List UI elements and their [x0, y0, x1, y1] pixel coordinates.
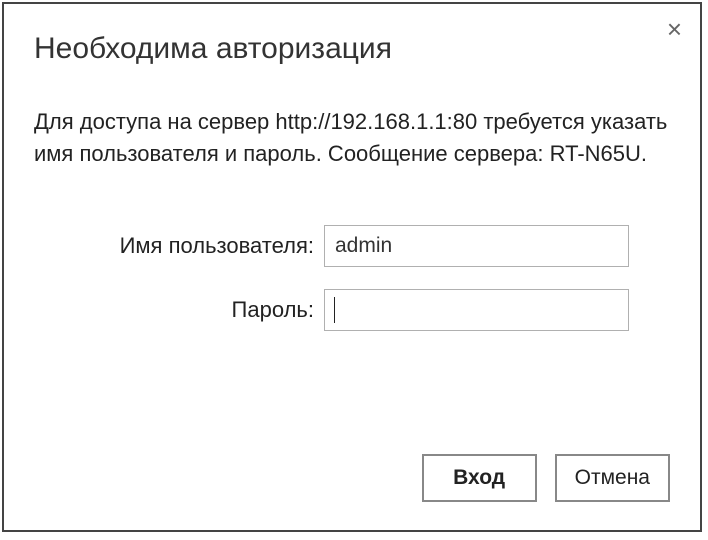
cancel-button[interactable]: Отмена	[555, 454, 670, 502]
username-label: Имя пользователя:	[94, 233, 324, 259]
button-row: Вход Отмена	[422, 454, 670, 502]
dialog-title: Необходима авторизация	[34, 32, 670, 66]
username-input[interactable]	[324, 225, 629, 267]
password-input[interactable]	[324, 289, 629, 331]
username-row: Имя пользователя:	[34, 225, 670, 267]
password-row: Пароль:	[34, 289, 670, 331]
login-button[interactable]: Вход	[422, 454, 537, 502]
password-label: Пароль:	[94, 297, 324, 323]
close-icon[interactable]: ×	[667, 16, 682, 42]
text-cursor	[334, 297, 335, 323]
dialog-message: Для доступа на сервер http://192.168.1.1…	[34, 106, 670, 170]
auth-dialog: × Необходима авторизация Для доступа на …	[2, 2, 702, 532]
